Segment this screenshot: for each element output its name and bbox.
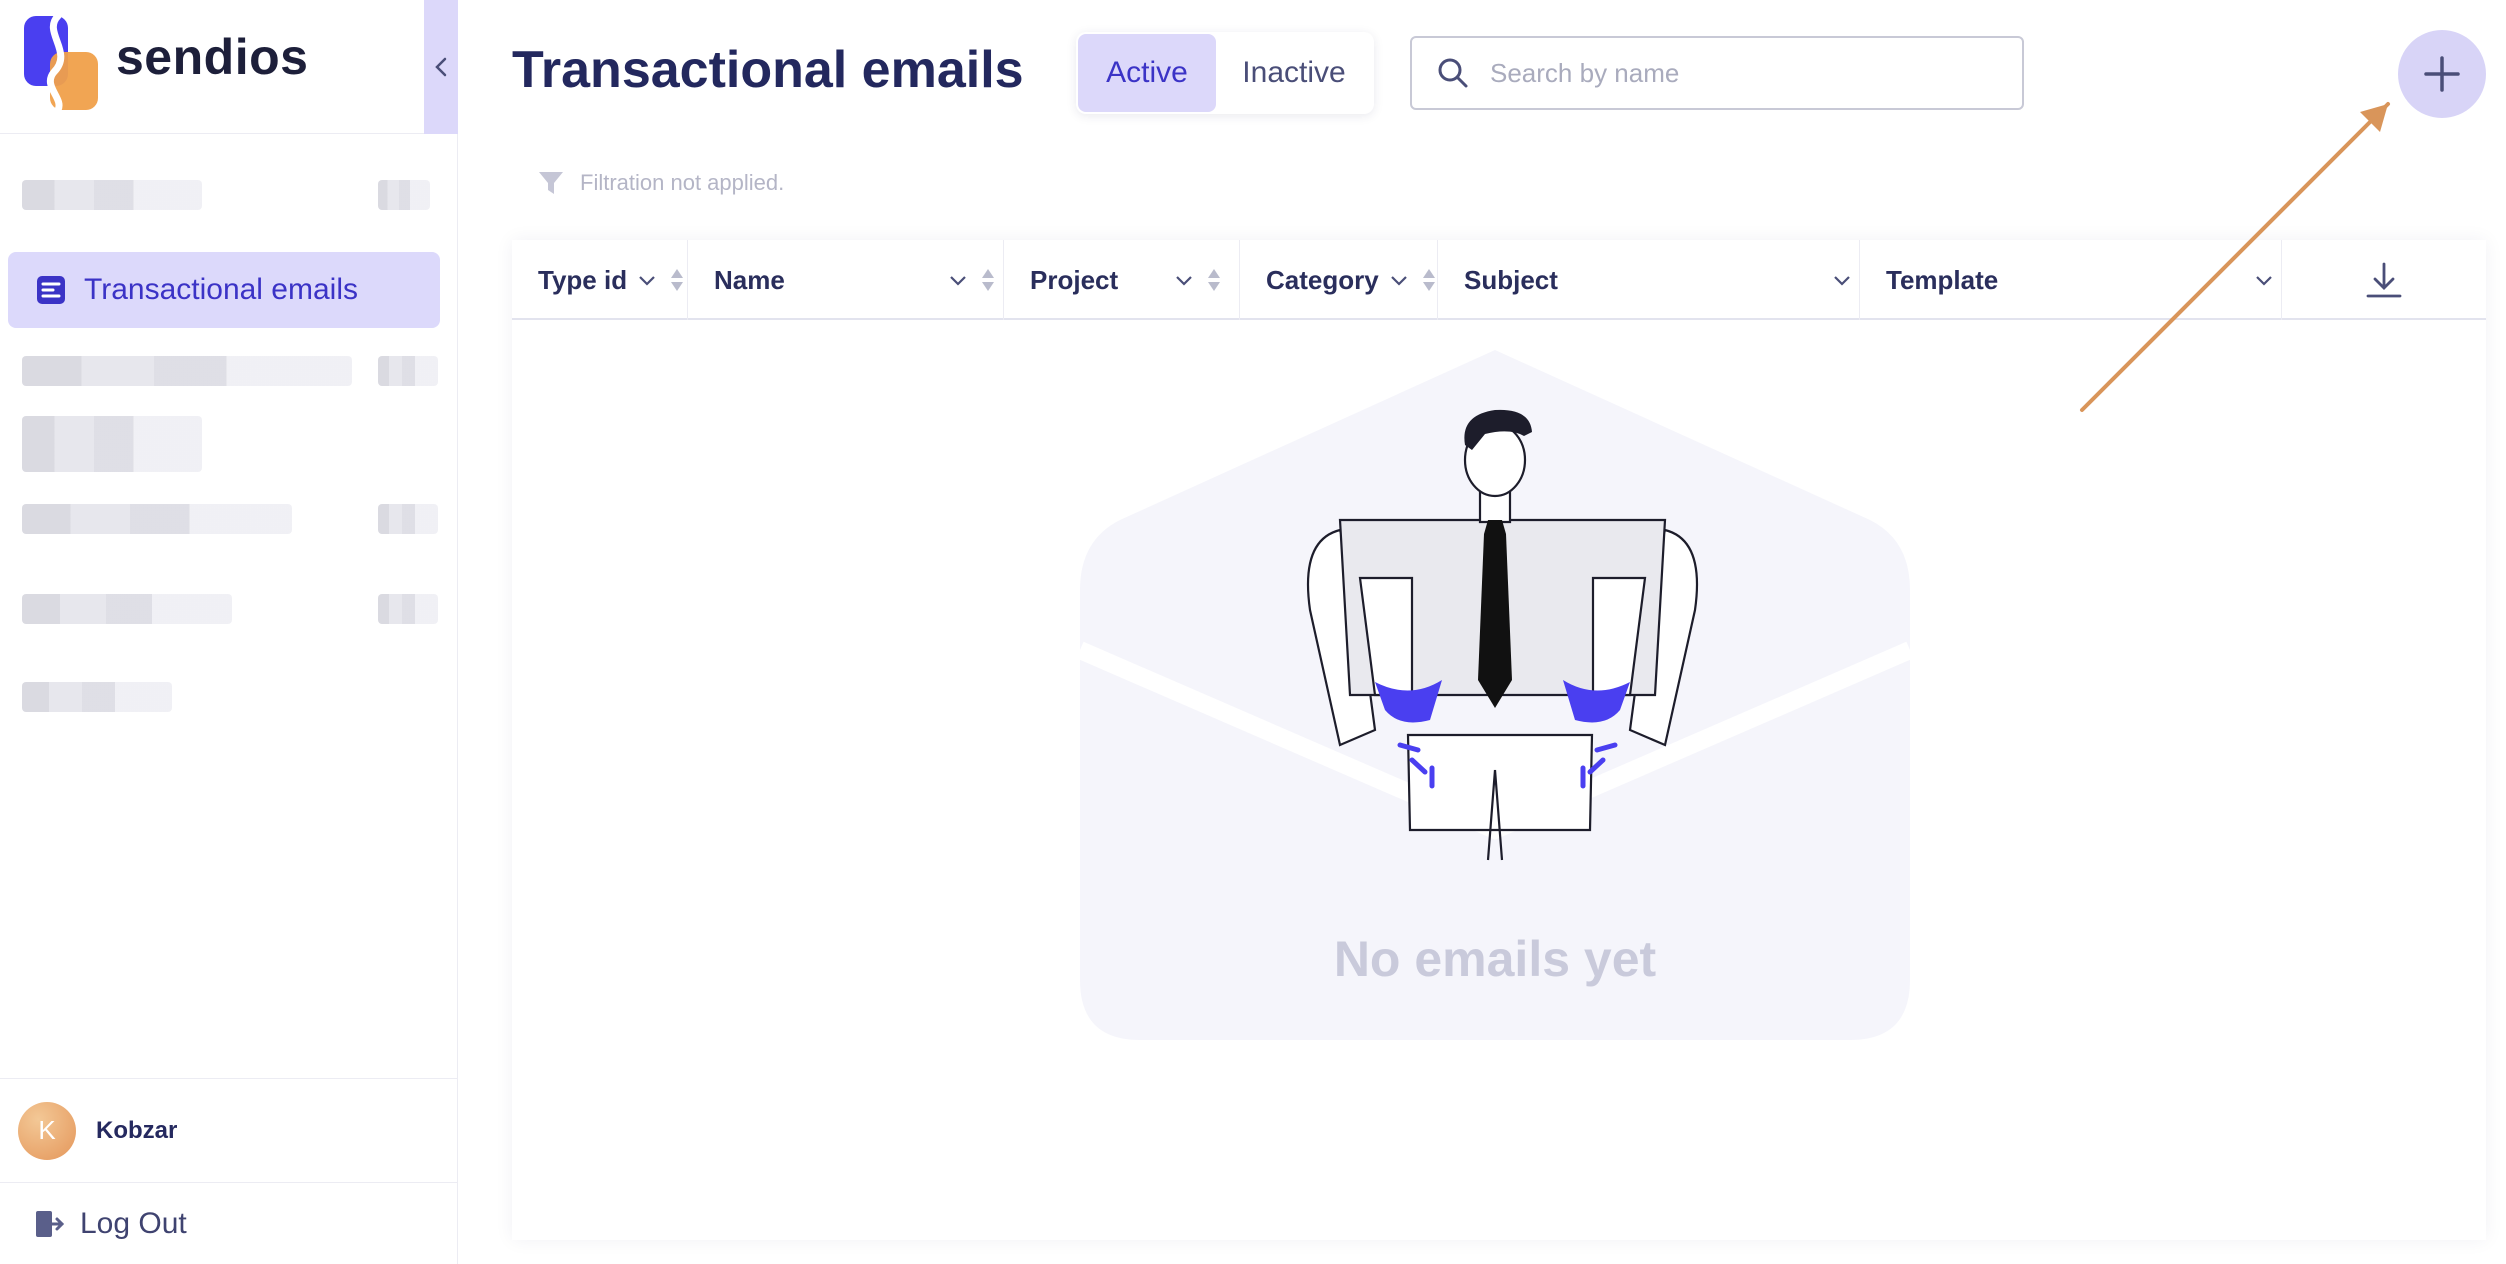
sidebar-item-redacted[interactable] [22, 594, 232, 624]
sidebar-item-redacted[interactable] [22, 682, 172, 712]
column-header-project[interactable]: Project [1004, 240, 1240, 320]
sort-icon[interactable] [1421, 267, 1437, 293]
chevron-down-icon[interactable] [2254, 273, 2274, 287]
sort-icon[interactable] [980, 267, 996, 293]
sidebar-item-redacted[interactable] [22, 504, 292, 534]
sort-icon[interactable] [1206, 267, 1222, 293]
sidebar-item-redacted[interactable] [22, 180, 202, 210]
tab-inactive[interactable]: Inactive [1216, 34, 1372, 112]
empty-state-text: No emails yet [1333, 931, 1657, 987]
search-box [1410, 36, 2024, 110]
sidebar: sendios Transactional emails K Kobzar Lo… [0, 0, 458, 1264]
sidebar-collapse-button[interactable] [424, 0, 458, 134]
column-label: Type id [538, 264, 628, 295]
sidebar-item-transactional-emails[interactable]: Transactional emails [8, 252, 440, 328]
column-label: Name [714, 264, 785, 295]
chevron-down-icon[interactable] [948, 273, 968, 287]
download-icon [2366, 262, 2402, 298]
column-label: Subject [1464, 264, 1558, 295]
column-label: Category [1266, 264, 1379, 295]
tab-active[interactable]: Active [1078, 34, 1216, 112]
filter-status-text: Filtration not applied. [580, 170, 785, 195]
logo-row: sendios [0, 0, 458, 134]
column-label: Template [1886, 264, 1999, 295]
column-header-template[interactable]: Template [1860, 240, 2282, 320]
user-profile[interactable]: K Kobzar [0, 1078, 458, 1182]
add-email-button[interactable] [2398, 30, 2486, 118]
sidebar-item-redacted[interactable] [22, 416, 202, 472]
sidebar-item-redacted [378, 504, 438, 534]
chevron-down-icon[interactable] [1389, 273, 1409, 287]
column-header-type-id[interactable]: Type id [512, 240, 688, 320]
status-toggle: Active Inactive [1076, 32, 1374, 114]
logout-icon [36, 1210, 65, 1237]
sidebar-item-label: Transactional emails [84, 273, 358, 306]
chevron-left-icon [435, 57, 447, 77]
sidebar-item-redacted [378, 180, 430, 210]
sort-icon[interactable] [669, 267, 685, 293]
download-button[interactable] [2282, 240, 2486, 320]
chevron-down-icon[interactable] [637, 273, 657, 287]
chevron-down-icon[interactable] [1832, 273, 1852, 287]
filter-icon [539, 172, 563, 194]
avatar: K [18, 1101, 76, 1160]
filter-status: Filtration not applied. [536, 168, 784, 198]
search-icon [1438, 58, 1468, 88]
sidebar-item-redacted[interactable] [22, 356, 352, 386]
email-list-icon [37, 276, 65, 304]
user-name: Kobzar [96, 1116, 178, 1144]
logout-label: Log Out [80, 1206, 187, 1240]
table-header: Type id Name Project Category Subject Te… [512, 240, 2486, 320]
column-header-category[interactable]: Category [1240, 240, 1438, 320]
column-label: Project [1030, 264, 1119, 295]
logout-button[interactable]: Log Out [0, 1182, 458, 1264]
plus-icon [2424, 56, 2460, 92]
sendios-logo-icon[interactable] [24, 12, 100, 112]
sidebar-item-redacted [378, 356, 438, 386]
chevron-down-icon[interactable] [1174, 273, 1194, 287]
search-input[interactable] [1490, 57, 1990, 89]
page-title: Transactional emails [512, 41, 1024, 99]
brand-name: sendios [116, 29, 309, 85]
sidebar-item-redacted [378, 594, 438, 624]
column-header-subject[interactable]: Subject [1438, 240, 1860, 320]
column-header-name[interactable]: Name [688, 240, 1004, 320]
